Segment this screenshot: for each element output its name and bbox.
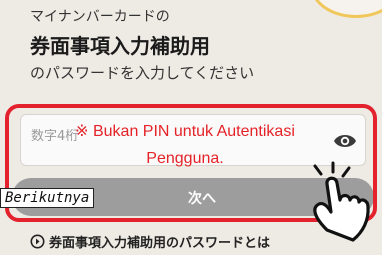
tapping-hand-icon [313,161,370,242]
heading-title: 券面事項入力補助用 [30,34,210,58]
eye-icon[interactable] [333,130,357,152]
heading-line-3: のパスワードを入力してください [30,64,255,82]
caption-label: Berikutnya [0,188,95,208]
warning-line-1: ※ Bukan PIN untuk Autentikasi [75,123,295,140]
password-help-link[interactable]: 券面事項入力補助用のパスワードとは [30,232,270,251]
help-link-label: 券面事項入力補助用のパスワードとは [49,236,271,251]
circle-arrow-icon [30,234,45,249]
heading-line-1: マイナンバーカードの [30,9,170,25]
warning-line-2: Pengguna. [146,150,224,167]
warning-annotation: ※ Bukan PIN untuk Autentikasi Pengguna. [50,118,320,172]
corner-decoration [310,0,382,18]
screen: マイナンバーカードの 券面事項入力補助用 のパスワードを入力してください 次へ … [0,0,382,255]
next-button-label: 次へ [188,190,216,206]
